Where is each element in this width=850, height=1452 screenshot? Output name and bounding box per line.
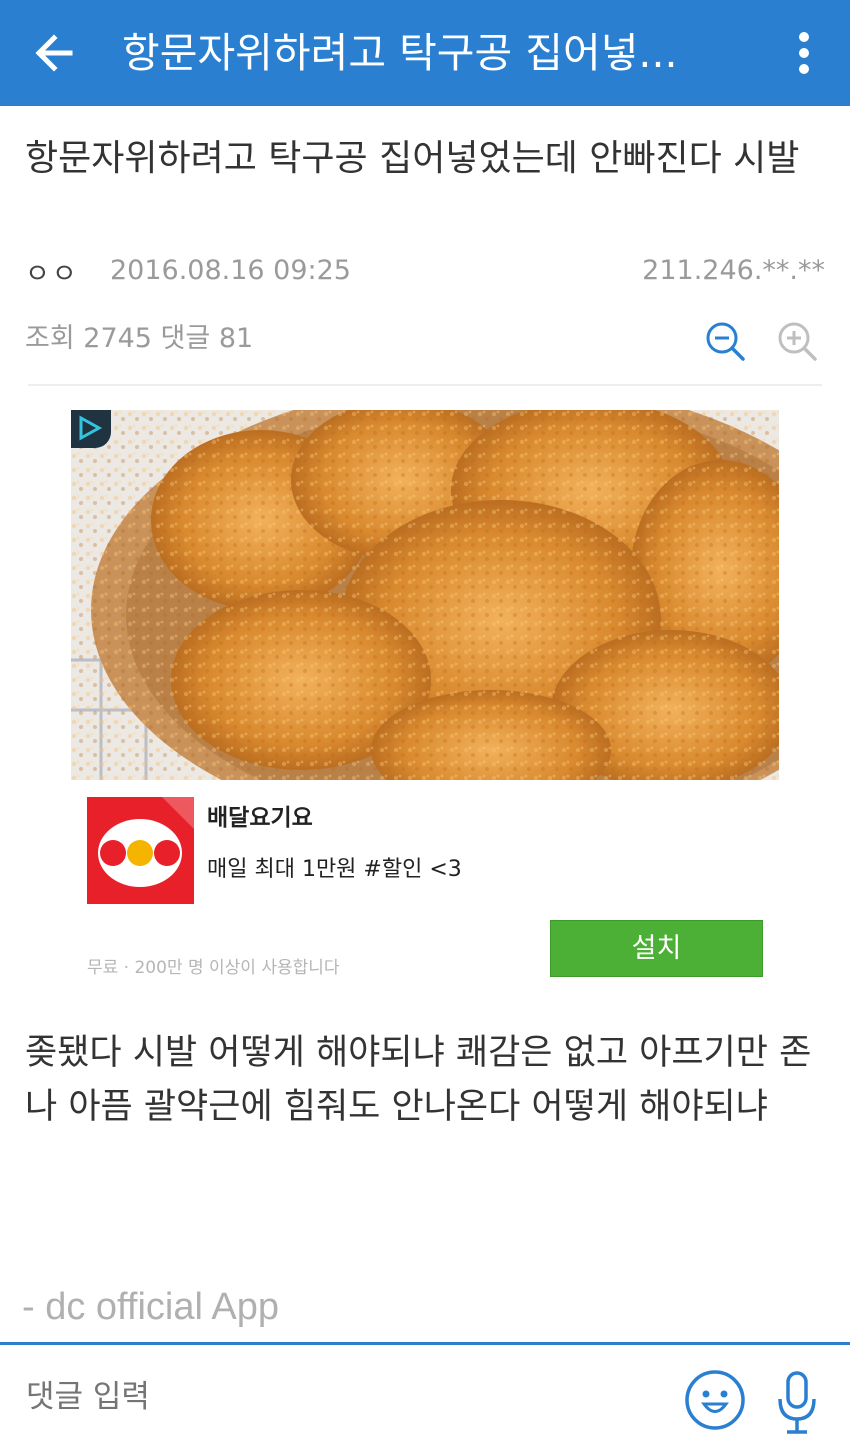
yogiyo-logo-icon[interactable]: [87, 797, 194, 904]
fried-chicken-image: [71, 410, 779, 780]
comment-bar: [0, 1342, 850, 1452]
ad-choices-icon[interactable]: [71, 410, 111, 448]
post-body: 좆됐다 시발 어떻게 해야되냐 쾌감은 없고 아프기만 존나 아픔 괄약근에 힘…: [25, 1033, 812, 1127]
ad-footnote: 무료 · 200만 명 이상이 사용합니다: [87, 958, 340, 978]
post-signature: - dc official App: [22, 1286, 280, 1328]
post-title: 항문자위하려고 탁구공 집어넣었는데 안빠진다 시발: [25, 138, 800, 179]
post-date: 2016.08.16 09:25: [110, 255, 351, 286]
microphone-icon[interactable]: [776, 1371, 818, 1435]
post-stats: 조회 2745 댓글 81: [25, 323, 254, 354]
more-options-icon[interactable]: [786, 28, 822, 78]
header-divider: [28, 384, 822, 386]
zoom-in-icon[interactable]: [776, 320, 818, 362]
zoom-out-icon[interactable]: [704, 320, 746, 362]
ad-app-name: 배달요기요: [207, 805, 313, 831]
post-ip: 211.246.**.**: [642, 255, 825, 286]
app-bar-title: 항문자위하려고 탁구공 집어넣...: [122, 29, 678, 77]
back-arrow-icon[interactable]: [30, 28, 80, 78]
app-bar: 항문자위하려고 탁구공 집어넣...: [0, 0, 850, 106]
ad-description: 매일 최대 1만원 #할인 <3: [207, 857, 462, 882]
ad-image[interactable]: [71, 410, 779, 780]
emoji-icon[interactable]: [684, 1369, 746, 1431]
install-button[interactable]: 설치: [550, 920, 763, 977]
comment-input[interactable]: [26, 1379, 626, 1415]
post-author: ㅇㅇ: [25, 259, 79, 290]
